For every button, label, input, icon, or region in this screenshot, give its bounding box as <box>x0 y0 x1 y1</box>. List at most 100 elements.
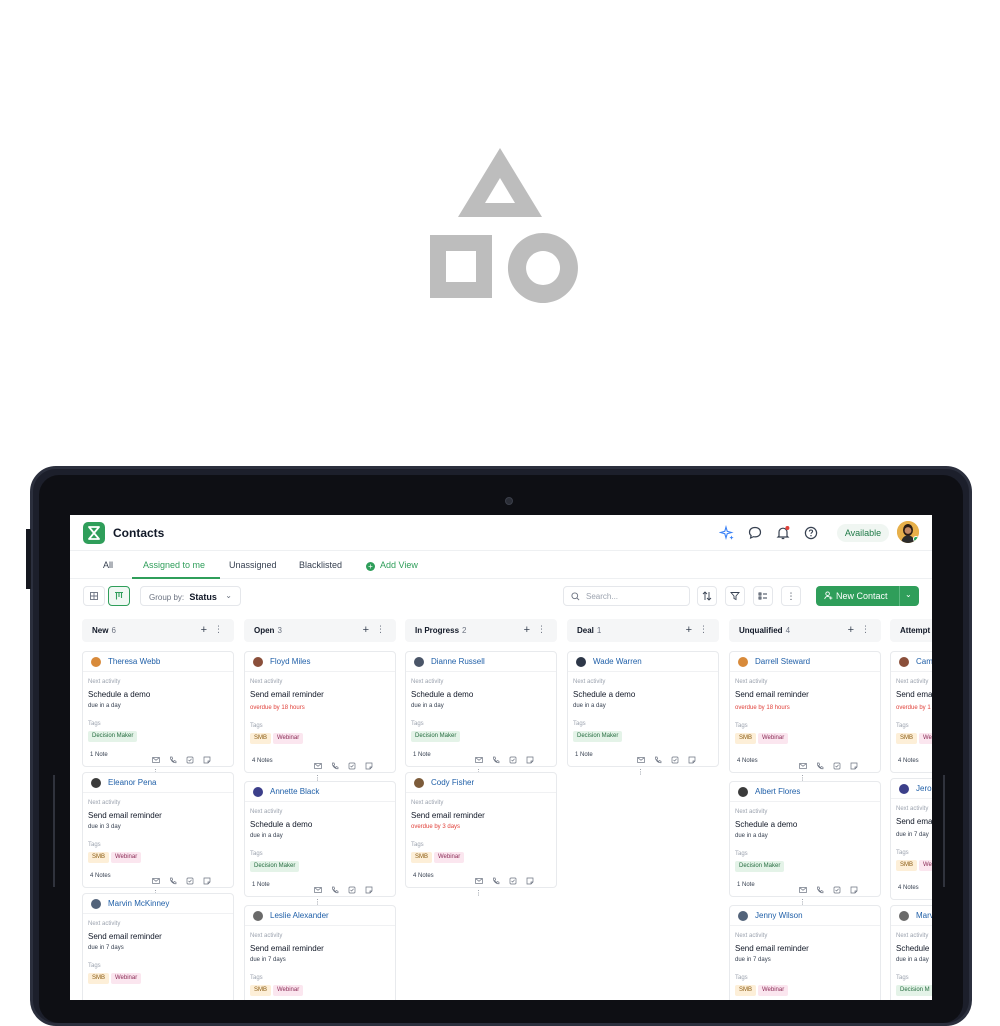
phone-icon[interactable] <box>654 751 662 764</box>
add-card-button[interactable]: + <box>524 624 530 636</box>
contact-card[interactable]: Floyd Miles Next activity Send email remin… <box>244 651 396 782</box>
contact-card[interactable]: Marv Next activity Schedule a due in a day T… <box>890 905 932 1000</box>
add-card-button[interactable]: + <box>686 624 692 636</box>
contact-name-link[interactable]: Darrell Steward <box>755 657 810 666</box>
task-icon[interactable] <box>348 757 356 770</box>
task-icon[interactable] <box>833 757 841 770</box>
fields-button[interactable] <box>753 586 773 606</box>
ai-sparkle-icon[interactable] <box>719 525 735 541</box>
tab-assigned-to-me[interactable]: Assigned to me <box>143 560 205 570</box>
chevron-down-icon[interactable]: ⌄ <box>905 590 912 599</box>
more-vertical-icon[interactable]: ⋮ <box>376 624 385 635</box>
more-options-button[interactable]: ⋮ <box>781 586 801 606</box>
more-vertical-icon[interactable]: ⋮ <box>699 624 708 635</box>
notes-count[interactable]: 4 Notes <box>413 873 434 879</box>
task-icon[interactable] <box>186 872 194 885</box>
contact-card[interactable]: Leslie Alexander Next activity Send email … <box>244 905 396 1000</box>
note-icon[interactable] <box>526 872 534 885</box>
notes-count[interactable]: 4 Notes <box>252 758 273 764</box>
contact-card[interactable]: Dianne Russell Next activity Schedule a de… <box>405 651 557 776</box>
mail-icon[interactable] <box>475 872 483 884</box>
contact-name-link[interactable]: Marv <box>916 911 932 920</box>
contact-card[interactable]: Darrell Steward Next activity Send email r… <box>729 651 881 782</box>
more-vertical-icon[interactable]: ⋮ <box>214 624 223 635</box>
contact-card[interactable]: Cam Next activity Send ema overdue by 1 Tags… <box>890 651 932 773</box>
add-card-button[interactable]: + <box>848 624 854 636</box>
contact-name-link[interactable]: Jero <box>916 784 932 793</box>
notes-count[interactable]: 1 Note <box>252 882 270 888</box>
notes-count[interactable]: 4 Notes <box>898 885 919 891</box>
contact-name-link[interactable]: Albert Flores <box>755 787 800 796</box>
phone-icon[interactable] <box>816 757 824 770</box>
notes-count[interactable]: 1 Note <box>90 752 108 758</box>
kanban-view-button[interactable] <box>108 586 130 606</box>
tab-all[interactable]: All <box>103 560 113 570</box>
tab-blacklisted[interactable]: Blacklisted <box>299 560 342 570</box>
mail-icon[interactable] <box>799 757 807 769</box>
sort-button[interactable] <box>697 586 717 606</box>
filter-button[interactable] <box>725 586 745 606</box>
contact-name-link[interactable]: Cam <box>916 657 932 666</box>
contact-card[interactable]: Albert Flores Next activity Schedule a dem… <box>729 781 881 906</box>
phone-icon[interactable] <box>816 881 824 894</box>
mail-icon[interactable] <box>799 881 807 893</box>
tab-unassigned[interactable]: Unassigned <box>229 560 277 570</box>
contact-name-link[interactable]: Floyd Miles <box>270 657 310 666</box>
contact-name-link[interactable]: Jenny Wilson <box>755 911 803 920</box>
task-icon[interactable] <box>833 881 841 894</box>
contact-card[interactable]: Theresa Webb Next activity Schedule a demo… <box>82 651 234 776</box>
contact-name-link[interactable]: Annette Black <box>270 787 319 796</box>
contact-card[interactable]: Cody Fisher Next activity Send email remin… <box>405 772 557 897</box>
task-icon[interactable] <box>186 751 194 764</box>
phone-icon[interactable] <box>169 872 177 885</box>
contact-name-link[interactable]: Eleanor Pena <box>108 778 156 787</box>
more-vertical-icon[interactable]: ⋮ <box>861 624 870 635</box>
mail-icon[interactable] <box>152 751 160 763</box>
notes-count[interactable]: 4 Notes <box>90 873 111 879</box>
search-input[interactable]: Search... <box>563 586 690 606</box>
availability-status-badge[interactable]: Available <box>837 524 889 542</box>
contact-card[interactable]: Jenny Wilson Next activity Send email remi… <box>729 905 881 1000</box>
add-view-button[interactable]: + Add View <box>366 560 418 571</box>
phone-icon[interactable] <box>169 751 177 764</box>
task-icon[interactable] <box>348 881 356 894</box>
task-icon[interactable] <box>671 751 679 764</box>
contact-card[interactable]: Annette Black Next activity Schedule a dem… <box>244 781 396 906</box>
note-icon[interactable] <box>688 751 696 764</box>
contact-name-link[interactable]: Theresa Webb <box>108 657 160 666</box>
add-card-button[interactable]: + <box>201 624 207 636</box>
notes-count[interactable]: 1 Note <box>575 752 593 758</box>
mail-icon[interactable] <box>152 872 160 884</box>
task-icon[interactable] <box>509 872 517 885</box>
table-view-button[interactable] <box>83 586 105 606</box>
phone-icon[interactable] <box>492 751 500 764</box>
mail-icon[interactable] <box>314 757 322 769</box>
note-icon[interactable] <box>365 757 373 770</box>
chat-icon[interactable] <box>747 525 763 541</box>
contact-card[interactable]: Eleanor Pena Next activity Send email remi… <box>82 772 234 897</box>
note-icon[interactable] <box>365 881 373 894</box>
group-by-select[interactable]: Group by: Status ⌄ <box>140 586 241 606</box>
mail-icon[interactable] <box>314 881 322 893</box>
more-vertical-icon[interactable]: ⋮ <box>475 890 483 898</box>
note-icon[interactable] <box>203 872 211 885</box>
note-icon[interactable] <box>850 757 858 770</box>
contact-card[interactable]: Marvin McKinney Next activity Send email r… <box>82 893 234 1000</box>
note-icon[interactable] <box>526 751 534 764</box>
more-vertical-icon[interactable]: ⋮ <box>637 769 645 777</box>
contact-card[interactable]: Jero Next activity Send ema due in 7 day Tag… <box>890 778 932 900</box>
notes-count[interactable]: 4 Notes <box>737 758 758 764</box>
task-icon[interactable] <box>509 751 517 764</box>
contact-name-link[interactable]: Wade Warren <box>593 657 642 666</box>
phone-icon[interactable] <box>331 881 339 894</box>
mail-icon[interactable] <box>475 751 483 763</box>
app-logo-icon[interactable] <box>83 522 105 544</box>
contact-card[interactable]: Wade Warren Next activity Schedule a demo d… <box>567 651 719 776</box>
more-vertical-icon[interactable]: ⋮ <box>537 624 546 635</box>
note-icon[interactable] <box>850 881 858 894</box>
contact-name-link[interactable]: Marvin McKinney <box>108 899 169 908</box>
notes-count[interactable]: 4 Notes <box>898 758 919 764</box>
notes-count[interactable]: 1 Note <box>737 882 755 888</box>
user-avatar[interactable] <box>897 521 919 543</box>
new-contact-button[interactable]: New Contact ⌄ <box>816 586 919 606</box>
